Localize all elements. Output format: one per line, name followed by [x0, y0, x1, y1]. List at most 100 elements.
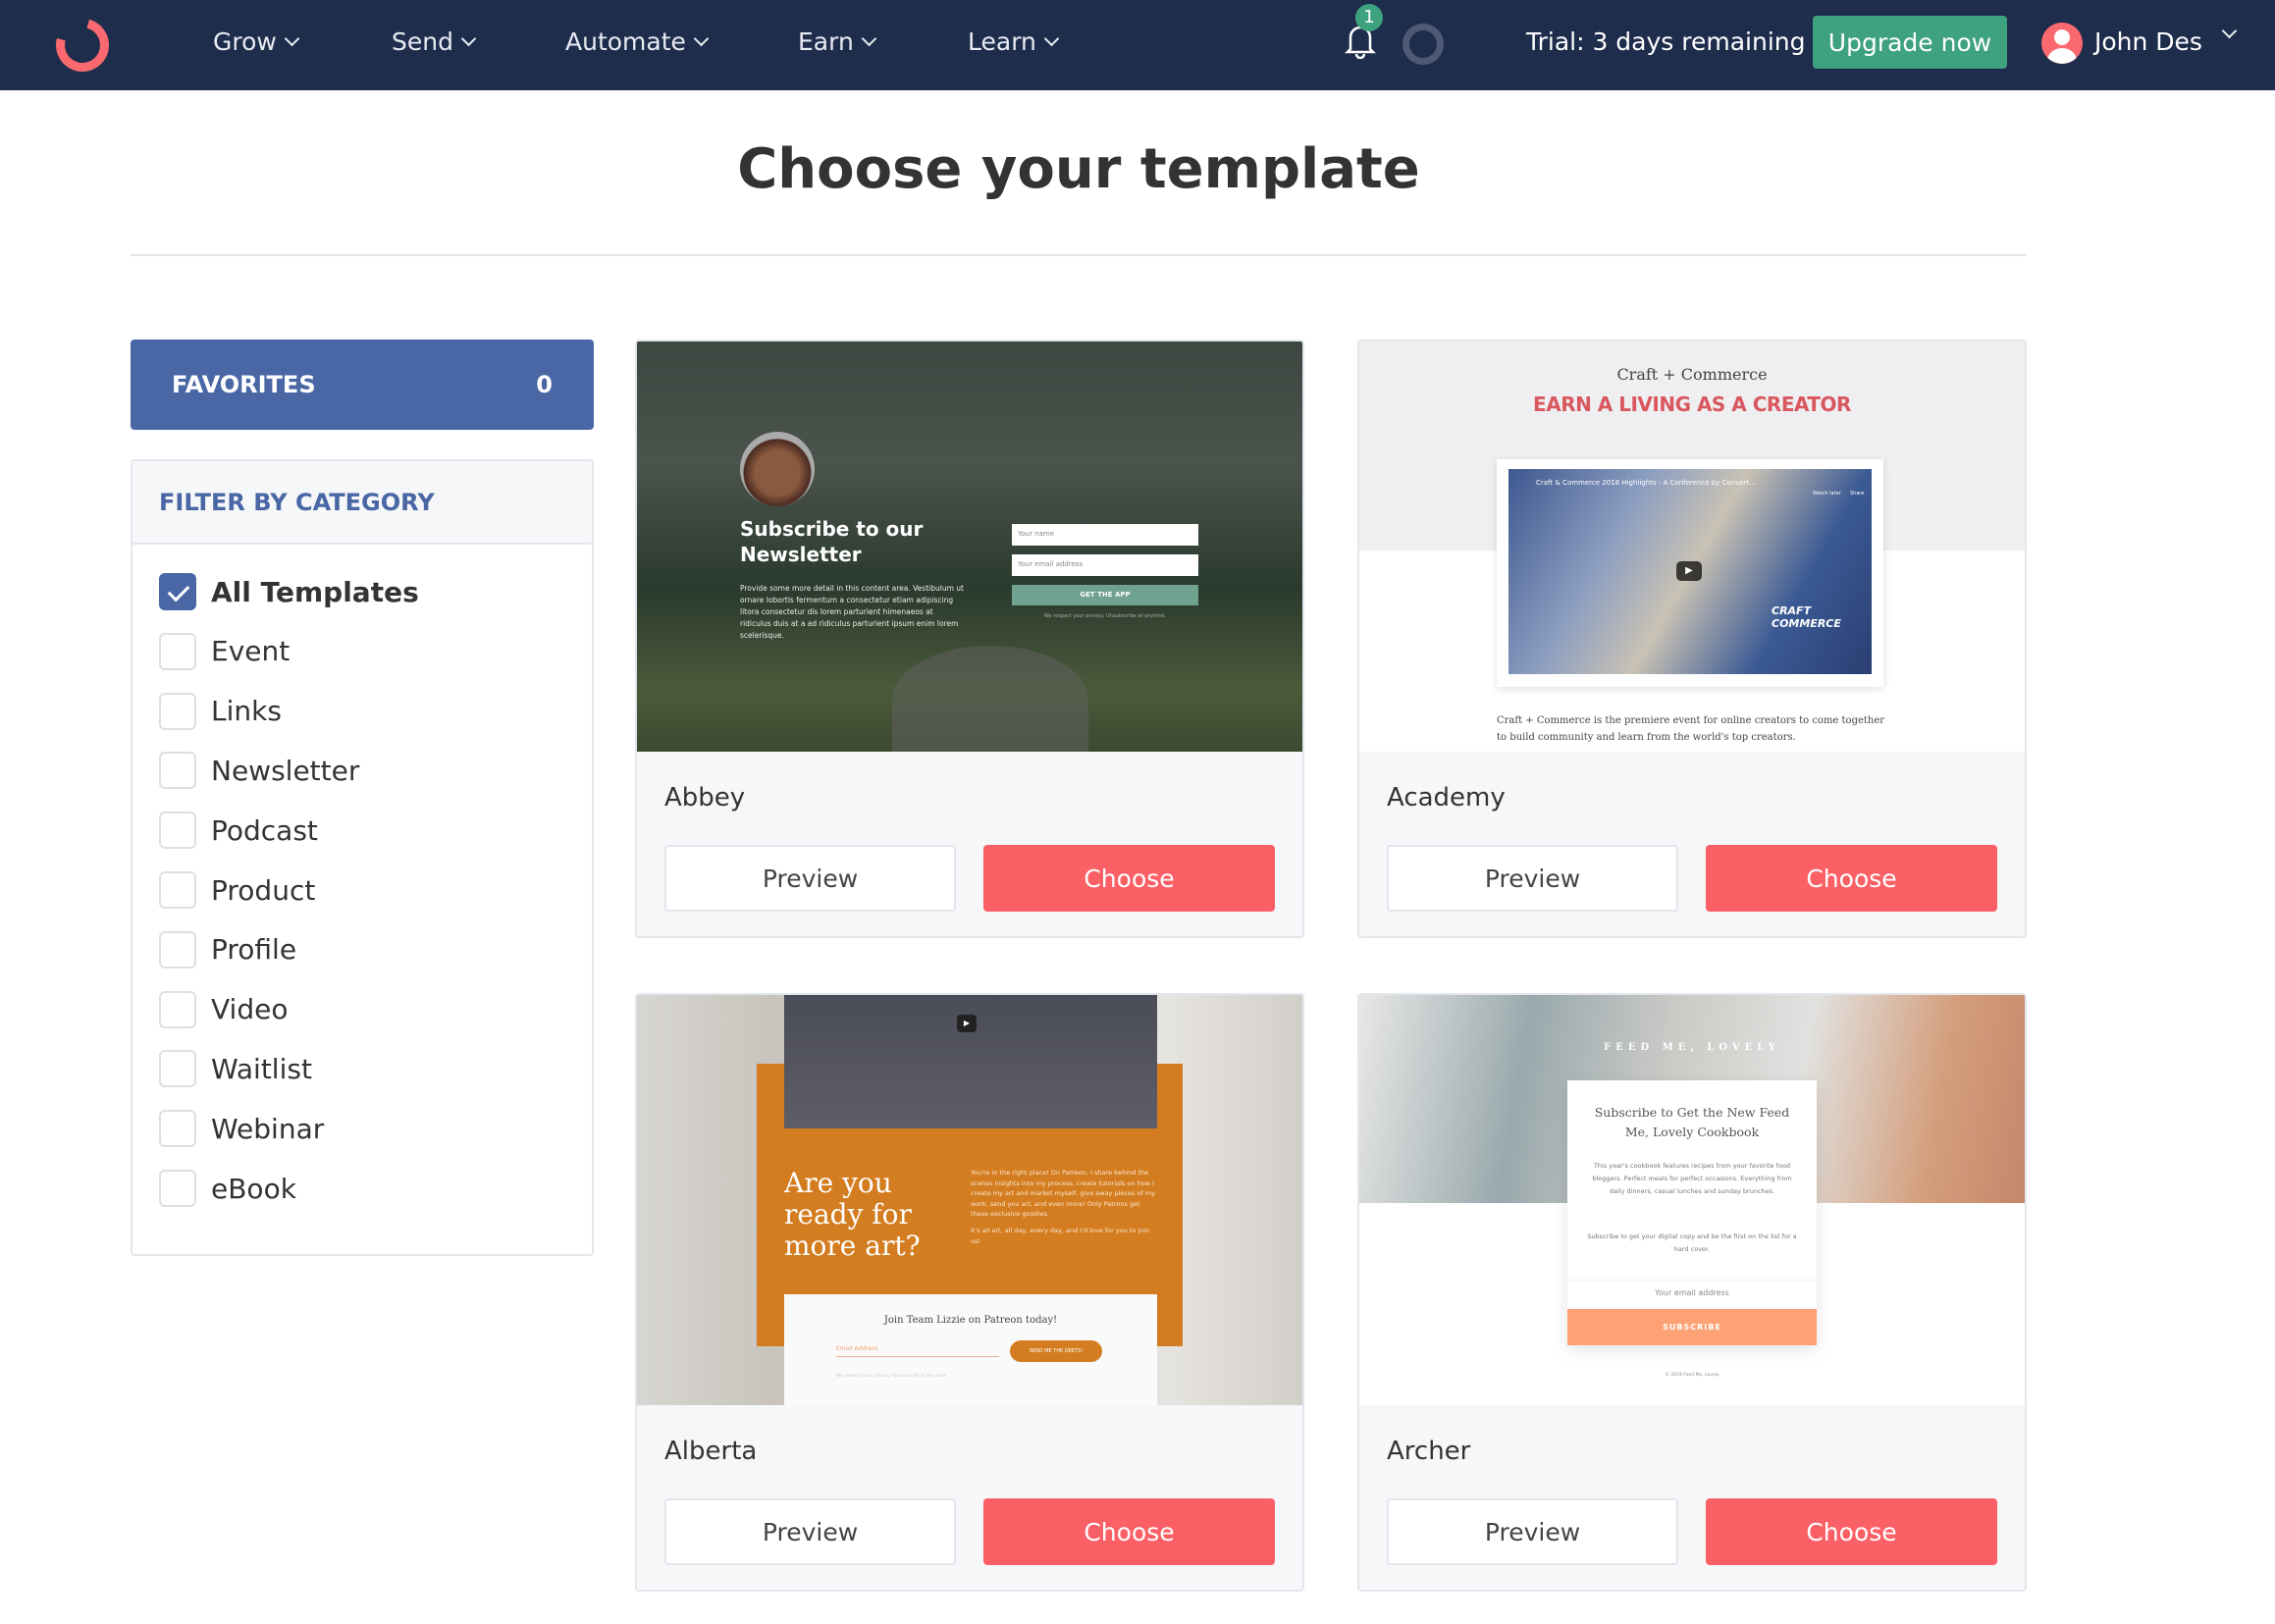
preview-cta: SUBSCRIBE — [1567, 1309, 1817, 1345]
preview-heading: Are you ready for more art? — [784, 1167, 921, 1262]
status-ring-icon[interactable] — [1402, 24, 1444, 65]
category-video[interactable]: Video — [159, 990, 288, 1028]
category-label: Profile — [211, 933, 297, 967]
preview-button[interactable]: Preview — [664, 845, 956, 912]
category-label: Product — [211, 873, 316, 907]
template-preview[interactable]: Subscribe to our Newsletter Provide some… — [637, 341, 1302, 752]
chevron-down-icon — [460, 30, 477, 47]
category-label: Podcast — [211, 813, 318, 847]
template-preview[interactable]: Craft + Commerce EARN A LIVING AS A CREA… — [1359, 341, 2025, 752]
trial-status: Trial: 3 days remaining — [1526, 27, 1806, 56]
nav-label: Earn — [798, 27, 854, 56]
logo[interactable] — [46, 9, 119, 81]
category-label: Event — [211, 635, 291, 668]
checkbox[interactable] — [159, 632, 196, 670]
nav-send[interactable]: Send — [392, 27, 477, 56]
category-waitlist[interactable]: Waitlist — [159, 1050, 312, 1088]
checkbox[interactable] — [159, 1050, 196, 1088]
template-card-archer: FEED ME, LOVELY Subscribe to Get the New… — [1357, 993, 2027, 1592]
category-newsletter[interactable]: Newsletter — [159, 752, 360, 790]
template-preview[interactable]: FEED ME, LOVELY Subscribe to Get the New… — [1359, 995, 2025, 1405]
template-name: Archer — [1387, 1437, 1471, 1466]
page-title: Choose your template — [737, 137, 1420, 201]
play-icon[interactable]: ▶ — [1676, 561, 1702, 581]
template-card-abbey: Subscribe to our Newsletter Provide some… — [635, 340, 1304, 938]
favorites-filter[interactable]: FAVORITES 0 — [131, 340, 594, 430]
choose-button[interactable]: Choose — [1706, 1498, 1997, 1565]
form-title: Join Team Lizzie on Patreon today! — [883, 1315, 1058, 1326]
preview-footer: © 2019 Feed Me, Lovely — [1665, 1373, 1719, 1378]
nav-grow[interactable]: Grow — [213, 27, 300, 56]
template-name: Academy — [1387, 783, 1506, 812]
nav-label: Grow — [213, 27, 277, 56]
email-field: Email Address — [836, 1345, 999, 1357]
preview-button[interactable]: Preview — [1387, 845, 1678, 912]
favorites-label: FAVORITES — [172, 371, 316, 398]
category-event[interactable]: Event — [159, 632, 291, 670]
watch-later: Watch later — [1813, 491, 1841, 497]
user-name[interactable]: John Des — [2094, 27, 2202, 56]
preview-button[interactable]: Preview — [1387, 1498, 1678, 1565]
category-ebook[interactable]: eBook — [159, 1170, 296, 1207]
category-label: Newsletter — [211, 754, 360, 787]
checkbox[interactable] — [159, 812, 196, 850]
play-icon[interactable]: ▶ — [957, 1015, 977, 1032]
category-label: Webinar — [211, 1112, 325, 1145]
favorites-count: 0 — [536, 371, 553, 398]
preview-body: Provide some more detail in this content… — [740, 584, 964, 640]
preview-heading: Subscribe to Get the New Feed Me, Lovely… — [1594, 1105, 1790, 1139]
chevron-down-icon — [693, 30, 710, 47]
choose-button[interactable]: Choose — [1706, 845, 1997, 912]
template-card-academy: Craft + Commerce EARN A LIVING AS A CREA… — [1357, 340, 2027, 938]
category-podcast[interactable]: Podcast — [159, 812, 318, 850]
chevron-down-icon — [861, 30, 877, 47]
preview-brand: FEED ME, LOVELY — [1604, 1042, 1780, 1053]
user-menu-toggle[interactable] — [2221, 23, 2238, 39]
preview-note: We respect your privacy. Unsubscribe at … — [836, 1374, 948, 1379]
road — [892, 646, 1088, 752]
preview-cta: SEND ME THE DEETS! — [1010, 1340, 1102, 1362]
category-links[interactable]: Links — [159, 692, 282, 730]
profile-photo — [740, 432, 815, 506]
preview-body: Subscribe to get your digital copy and b… — [1587, 1232, 1797, 1253]
template-name: Alberta — [664, 1437, 758, 1466]
preview-body: This year's cookbook features recipes fr… — [1592, 1162, 1792, 1195]
checkbox[interactable] — [159, 1170, 196, 1207]
checkbox[interactable] — [159, 752, 196, 790]
template-name: Abbey — [664, 783, 746, 812]
upgrade-button[interactable]: Upgrade now — [1813, 16, 2007, 69]
category-profile[interactable]: Profile — [159, 930, 297, 969]
category-label: Links — [211, 695, 282, 728]
checkbox[interactable] — [159, 990, 196, 1028]
avatar[interactable] — [2041, 23, 2083, 64]
nav-earn[interactable]: Earn — [798, 27, 877, 56]
preview-cta: GET THE APP — [1012, 585, 1198, 605]
checkbox[interactable] — [159, 930, 196, 969]
craft-commerce-logo: CRAFT COMMERCE — [1772, 604, 1841, 630]
checkbox[interactable] — [159, 871, 196, 909]
checkbox[interactable] — [159, 573, 196, 610]
template-card-alberta: ▶ Are you ready for more art? You're in … — [635, 993, 1304, 1592]
checkbox[interactable] — [159, 1110, 196, 1148]
category-product[interactable]: Product — [159, 871, 315, 909]
preview-button[interactable]: Preview — [664, 1498, 956, 1565]
nav-learn[interactable]: Learn — [968, 27, 1060, 56]
choose-button[interactable]: Choose — [983, 845, 1275, 912]
nav-automate[interactable]: Automate — [565, 27, 710, 56]
preview-heading: EARN A LIVING AS A CREATOR — [1533, 393, 1851, 416]
choose-button[interactable]: Choose — [983, 1498, 1275, 1565]
preview-body: It's all art, all day, every day, and I'… — [971, 1227, 1150, 1245]
divider — [131, 254, 2027, 256]
category-webinar[interactable]: Webinar — [159, 1110, 325, 1148]
chevron-down-icon — [1043, 30, 1060, 47]
category-label: All Templates — [211, 575, 419, 608]
category-all-templates[interactable]: All Templates — [159, 573, 419, 610]
preview-note: We respect your privacy. Unsubscribe at … — [1043, 613, 1167, 619]
checkbox[interactable] — [159, 692, 196, 730]
preview-email-field: Your email address — [1012, 554, 1198, 576]
preview-kicker: Craft + Commerce — [1616, 365, 1768, 384]
nav-label: Learn — [968, 27, 1036, 56]
template-preview[interactable]: ▶ Are you ready for more art? You're in … — [637, 995, 1302, 1405]
category-label: eBook — [211, 1172, 296, 1205]
category-label: Waitlist — [211, 1052, 312, 1085]
